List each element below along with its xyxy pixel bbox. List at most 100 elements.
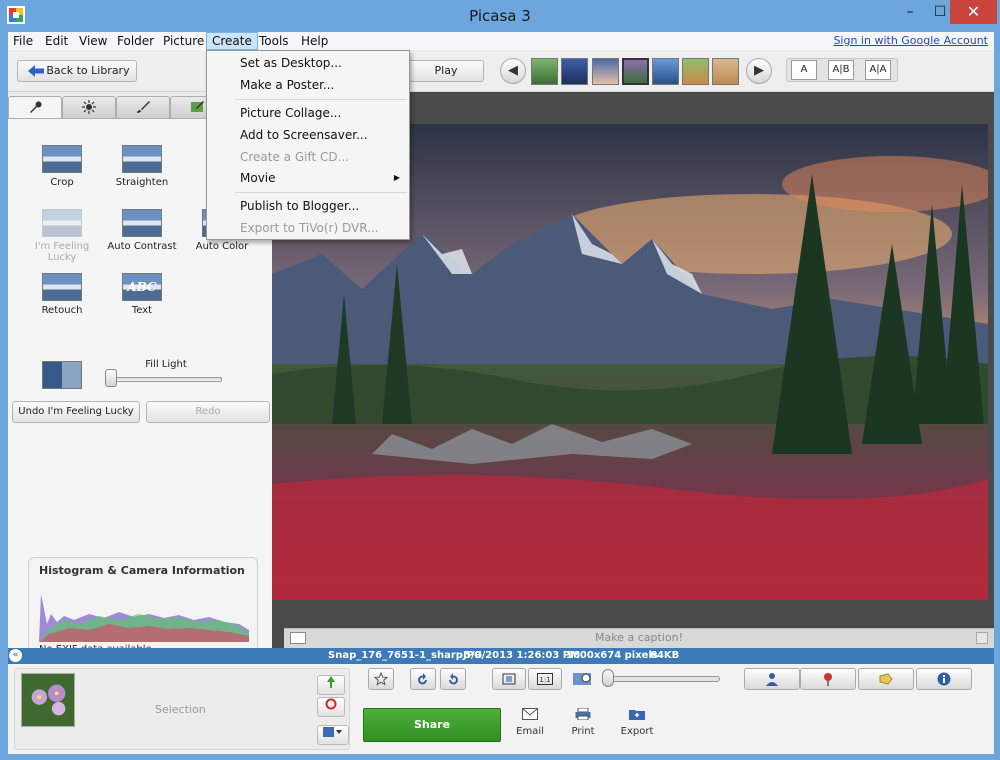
properties-button[interactable] (916, 668, 972, 690)
menu-tools[interactable]: Tools (254, 32, 294, 50)
menu-set-as-desktop[interactable]: Set as Desktop... (208, 53, 408, 73)
zoom-slider-thumb[interactable] (602, 669, 614, 687)
fill-light-slider-thumb[interactable] (105, 369, 117, 387)
histogram-chart (39, 594, 249, 642)
caption-delete-icon[interactable] (976, 632, 988, 644)
menu-add-to-screensaver[interactable]: Add to Screensaver... (208, 125, 408, 145)
redo-button: Redo (146, 401, 270, 423)
retouch-tool[interactable]: Retouch (22, 273, 102, 316)
retouch-label: Retouch (41, 305, 83, 316)
toolbar: Back to Library Play ◀ ▶ A A|B A|A (8, 50, 994, 92)
play-button[interactable]: Play (408, 60, 484, 82)
email-icon (522, 708, 538, 720)
menu-edit[interactable]: Edit (40, 32, 73, 50)
crop-tool[interactable]: Crop (22, 145, 102, 188)
caption-placeholder[interactable]: Make a caption! (284, 631, 994, 644)
filmstrip-thumb-3[interactable] (592, 58, 619, 85)
pin-green-icon (327, 676, 335, 688)
email-button[interactable]: Email (505, 708, 555, 737)
caption-mode-single[interactable]: A (791, 60, 817, 80)
zoom-slider-track[interactable] (606, 676, 720, 682)
actual-size-button[interactable]: 1:1 (528, 668, 562, 690)
people-button[interactable] (744, 668, 800, 690)
caption-mode-double[interactable]: A|A (865, 60, 891, 80)
tab-basic-fixes[interactable] (8, 96, 62, 118)
brush-icon (137, 101, 150, 113)
collapse-tray-button[interactable]: « (9, 649, 22, 662)
photo-tray: Selection 1:1 Share Email Print Export (8, 664, 994, 754)
clear-red-icon (325, 698, 337, 710)
actual-size-icon: 1:1 (537, 673, 553, 685)
geotag-button[interactable] (800, 668, 856, 690)
menu-help[interactable]: Help (296, 32, 333, 50)
caption-bar[interactable]: Make a caption! (284, 628, 994, 648)
export-button[interactable]: Export (612, 708, 662, 737)
menu-create[interactable]: Create (206, 32, 258, 50)
menu-folder[interactable]: Folder (112, 32, 159, 50)
back-to-library-button[interactable]: Back to Library (17, 60, 137, 82)
status-datetime: 5/9/2013 1:26:03 PM (464, 650, 581, 661)
next-photo-button[interactable]: ▶ (746, 58, 772, 84)
menu-view[interactable]: View (74, 32, 112, 50)
filmstrip-thumb-2[interactable] (561, 58, 588, 85)
svg-text:1:1: 1:1 (539, 676, 550, 684)
tab-tuning[interactable] (62, 96, 116, 118)
selected-photo-thumb[interactable] (21, 673, 75, 727)
menu-export-to-tivo: Export to TiVo(r) DVR... (240, 221, 379, 235)
status-dimensions: 1000x674 pixels (566, 650, 658, 661)
tab-effects[interactable] (116, 96, 170, 118)
client-area: File Edit View Folder Picture Create Too… (8, 32, 994, 754)
filmstrip-thumb-4-selected[interactable] (622, 58, 649, 85)
sign-in-link[interactable]: Sign in with Google Account (833, 34, 988, 47)
tags-button[interactable] (858, 668, 914, 690)
feeling-lucky-label: I'm Feeling Lucky (34, 241, 90, 263)
menu-picture-collage[interactable]: Picture Collage... (208, 103, 408, 123)
tag-icon (879, 673, 893, 685)
rotate-left-button[interactable] (410, 668, 436, 690)
status-bar: « Snap_176_7651-1_sharpJPG 5/9/2013 1:26… (8, 648, 994, 664)
menu-movie[interactable]: Movie ▶ (208, 168, 408, 188)
retouch-icon (42, 273, 82, 301)
create-menu-dropdown: Set as Desktop... Make a Poster... Pictu… (206, 50, 410, 240)
straighten-label: Straighten (115, 177, 169, 188)
share-button[interactable]: Share (363, 708, 501, 742)
menu-movie-label: Movie (240, 171, 276, 185)
filmstrip-thumb-5[interactable] (652, 58, 679, 85)
star-icon (373, 671, 389, 686)
export-label: Export (620, 726, 654, 737)
auto-contrast-tool[interactable]: Auto Contrast (102, 209, 182, 252)
album-dropdown-icon (323, 727, 342, 737)
close-button[interactable]: ✕ (950, 0, 997, 24)
menu-separator (235, 99, 407, 100)
hold-selection-button[interactable] (317, 675, 345, 695)
print-button[interactable]: Print (558, 708, 608, 737)
menu-publish-to-blogger[interactable]: Publish to Blogger... (208, 196, 408, 216)
status-filename: Snap_176_7651-1_sharpJPG (328, 650, 483, 661)
menu-file[interactable]: File (8, 32, 38, 50)
undo-button[interactable]: Undo I'm Feeling Lucky (12, 401, 140, 423)
filmstrip-thumb-6[interactable] (682, 58, 709, 85)
auto-contrast-icon (122, 209, 162, 237)
straighten-tool[interactable]: Straighten (102, 145, 182, 188)
add-to-album-button[interactable] (317, 725, 349, 745)
rotate-right-button[interactable] (440, 668, 466, 690)
submenu-arrow-icon: ▶ (393, 173, 400, 182)
text-tool-icon: ABC (122, 273, 162, 301)
feeling-lucky-tool: I'm Feeling Lucky (22, 209, 102, 263)
text-tool[interactable]: ABC Text (102, 273, 182, 316)
filmstrip-thumb-1[interactable] (531, 58, 558, 85)
clear-selection-button[interactable] (317, 697, 345, 717)
back-arrow-icon (28, 65, 44, 77)
menu-picture[interactable]: Picture (158, 32, 209, 50)
menu-make-a-poster[interactable]: Make a Poster... (208, 75, 408, 95)
filmstrip-thumb-7[interactable] (712, 58, 739, 85)
info-icon (937, 672, 951, 686)
back-to-library-label: Back to Library (46, 64, 130, 77)
sun-icon (82, 100, 96, 114)
feeling-lucky-icon (42, 209, 82, 237)
fit-to-window-button[interactable] (492, 668, 526, 690)
star-button[interactable] (368, 668, 394, 690)
fill-light-slider-track[interactable] (108, 377, 222, 382)
caption-mode-compare[interactable]: A|B (828, 60, 854, 80)
previous-photo-button[interactable]: ◀ (500, 58, 526, 84)
